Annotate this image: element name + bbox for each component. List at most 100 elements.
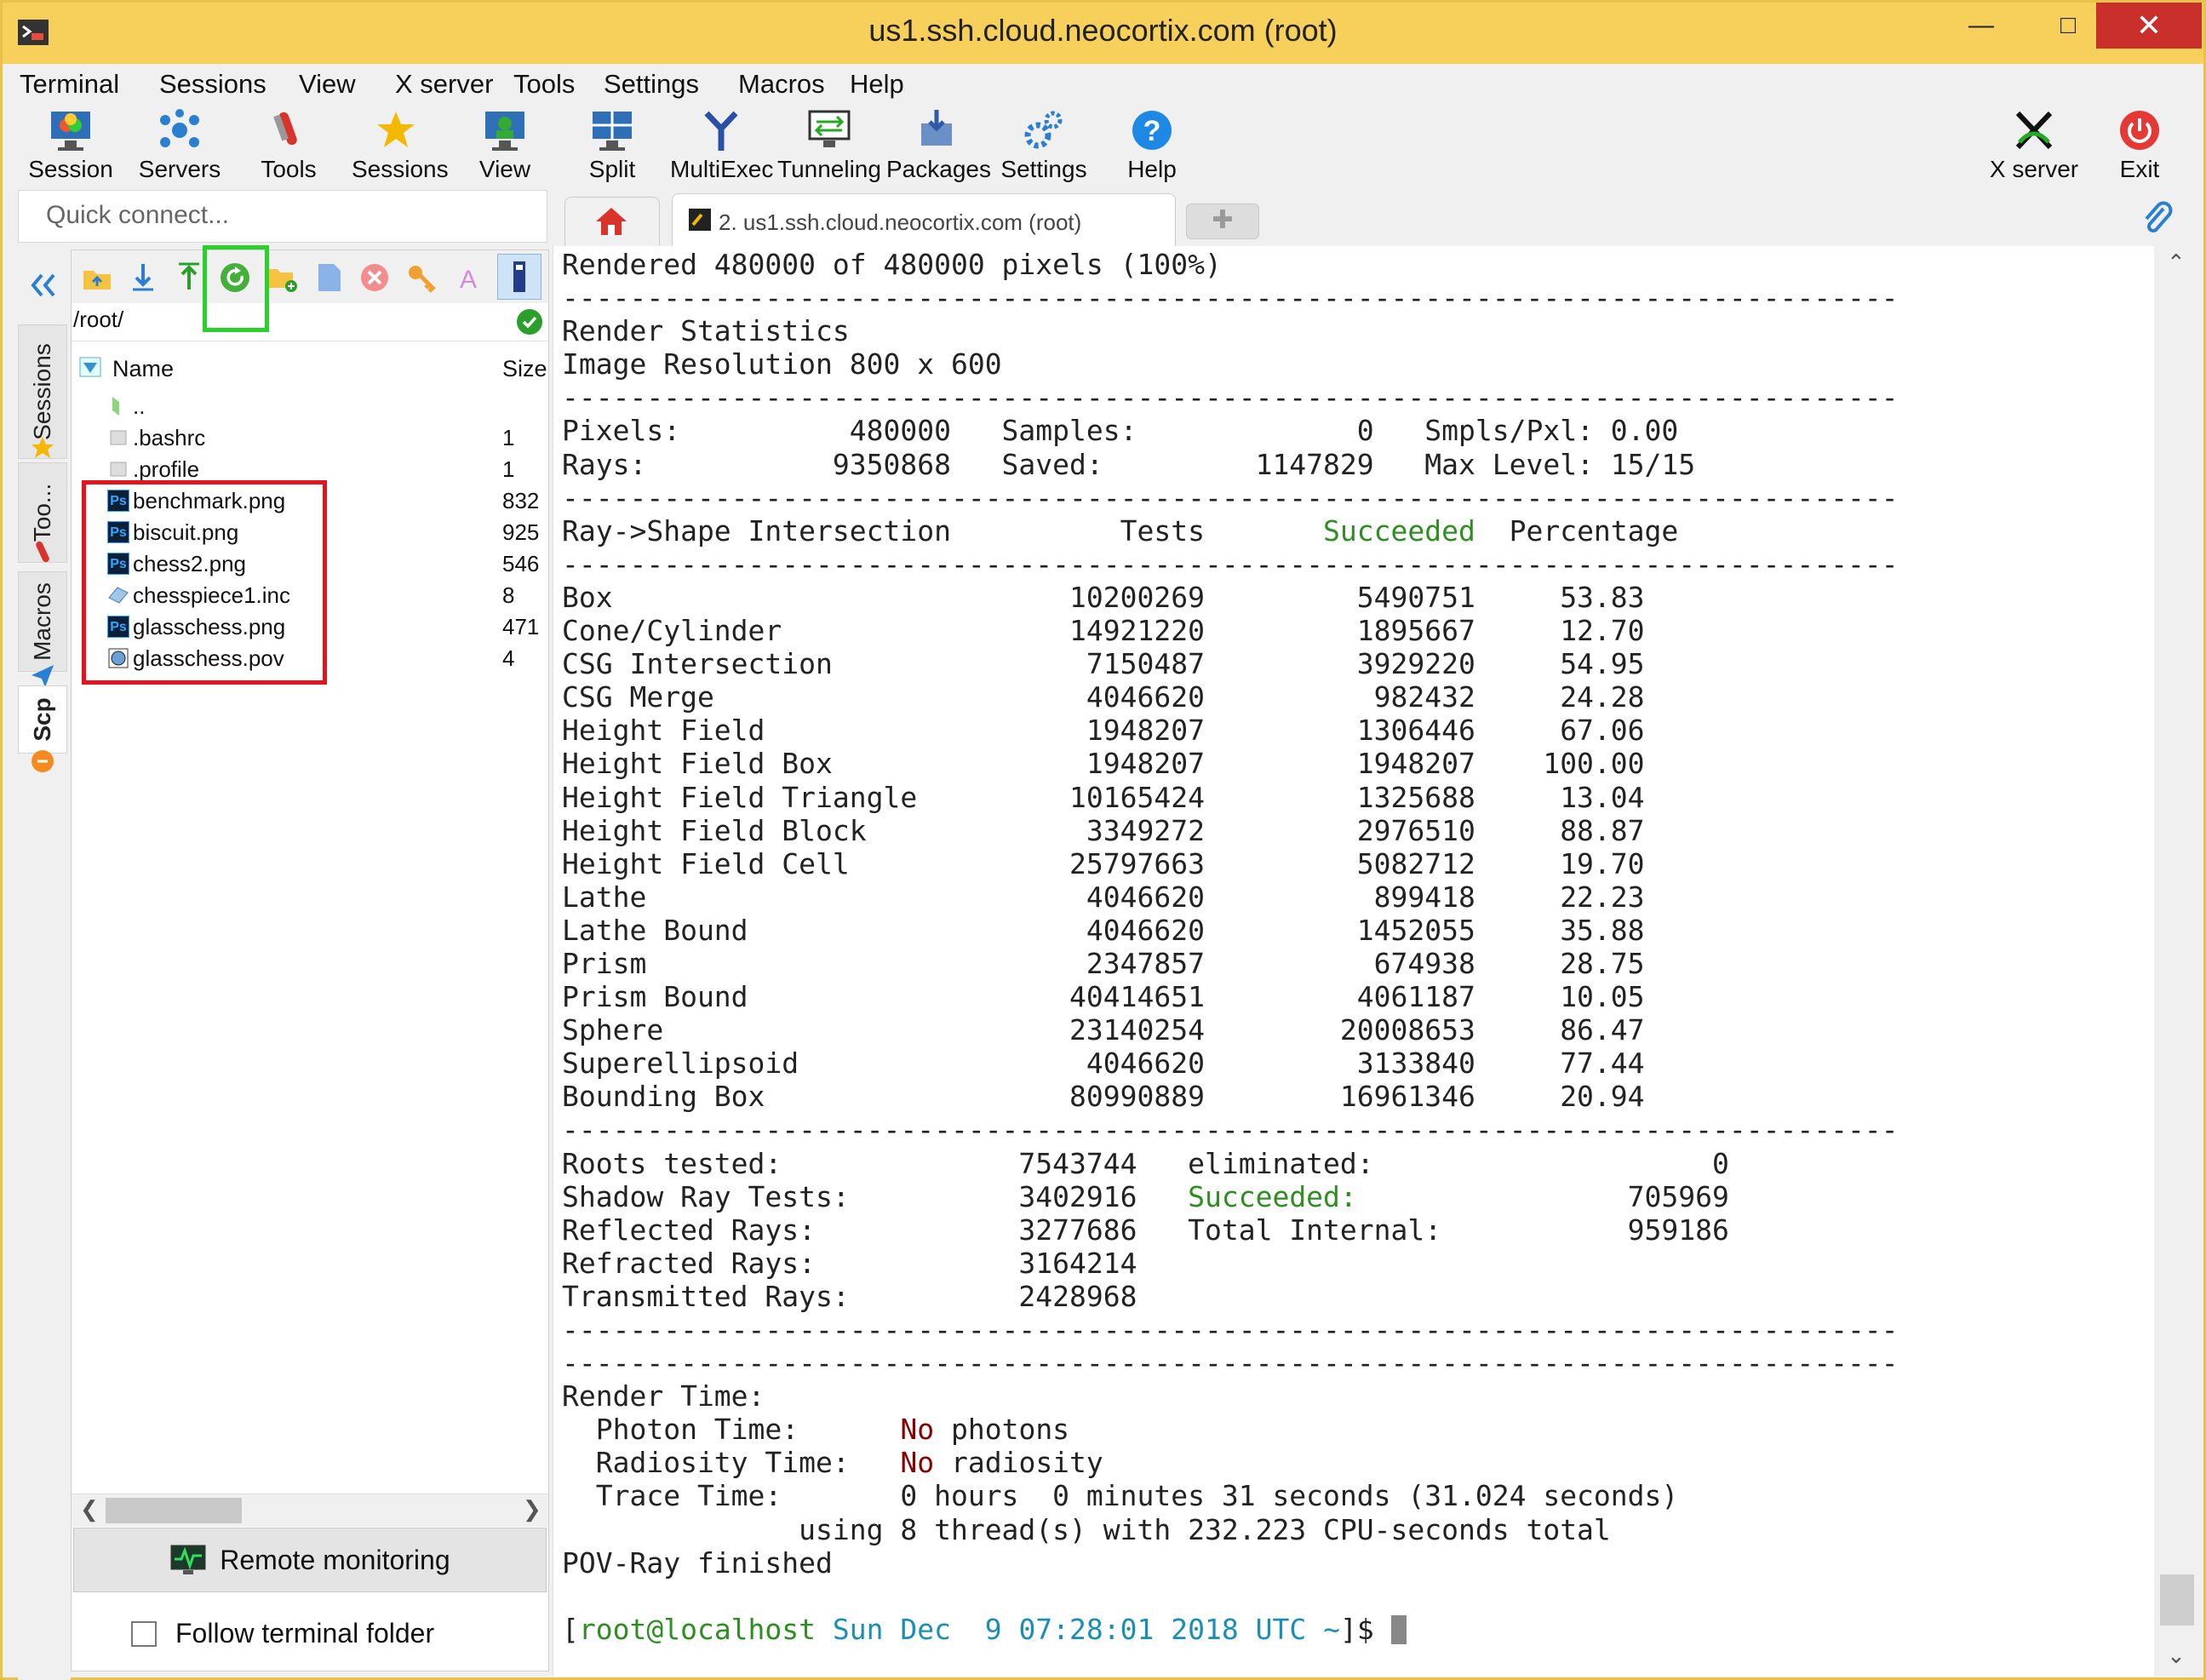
view-icon	[485, 112, 524, 151]
column-size[interactable]: Size	[502, 356, 547, 382]
scroll-right-icon[interactable]: ❯	[523, 1496, 541, 1522]
file-row[interactable]: ..	[72, 392, 548, 422]
header-succeeded: Succeeded	[1323, 513, 1475, 548]
prompt-end: ]$	[1339, 1612, 1391, 1646]
new-file-icon[interactable]	[312, 261, 346, 295]
horizontal-scrollbar[interactable]: ❮ ❯	[72, 1494, 548, 1527]
menu-help[interactable]: Help	[850, 69, 904, 100]
scrollbar-thumb[interactable]	[106, 1498, 242, 1523]
tab-ssh-session[interactable]: 2. us1.ssh.cloud.neocortix.com (root)	[672, 193, 1176, 247]
menu-view[interactable]: View	[299, 69, 356, 100]
bookmark-toggle[interactable]	[497, 254, 541, 300]
delete-icon[interactable]	[358, 261, 392, 295]
tools-icon	[273, 112, 297, 146]
refracted-line: Refracted Rays: 3164214	[562, 1246, 1137, 1280]
terminal-area[interactable]: Rendered 480000 of 480000 pixels (100%) …	[553, 246, 2154, 1677]
file-size: 1	[502, 456, 515, 482]
refresh-icon[interactable]	[218, 261, 252, 295]
quick-connect-input[interactable]: Quick connect...	[18, 190, 547, 243]
sessions-button[interactable]: Sessions	[352, 108, 449, 183]
x-server-icon	[2015, 111, 2053, 150]
multiexec-button[interactable]: MultiExec	[670, 108, 773, 183]
menu-terminal[interactable]: Terminal	[20, 69, 119, 100]
download-icon[interactable]	[126, 261, 160, 295]
file-row[interactable]: Ps biscuit.png 925	[72, 518, 548, 548]
rays-line: Rays: 9350868 Saved: 1147829 Max Level: …	[562, 447, 1696, 481]
menu-x-server[interactable]: X server	[395, 69, 493, 100]
follow-terminal-checkbox[interactable]	[131, 1621, 157, 1647]
file-row[interactable]: glasschess.pov 4	[72, 644, 548, 674]
help-label: Help	[1127, 156, 1177, 182]
file-row[interactable]: Ps glasschess.png 471	[72, 612, 548, 643]
exit-label: Exit	[2119, 156, 2160, 182]
minimize-button[interactable]: —	[1949, 3, 2014, 49]
split-button[interactable]: Split	[570, 108, 655, 183]
packages-button[interactable]: Packages	[886, 108, 991, 183]
servers-button[interactable]: Servers	[135, 108, 224, 183]
tunneling-button[interactable]: Tunneling	[776, 108, 883, 183]
file-name: .profile	[133, 456, 200, 482]
column-name[interactable]: Name	[112, 356, 174, 382]
scroll-down-icon[interactable]: ⌄	[2167, 1643, 2186, 1669]
path-bar[interactable]: /root/	[72, 303, 548, 341]
shell-prompt[interactable]: [root@localhost Sun Dec 9 07:28:01 2018 …	[562, 1613, 1407, 1646]
maximize-button[interactable]: □	[2036, 3, 2100, 49]
window-title: us1.ssh.cloud.neocortix.com (root)	[868, 13, 1338, 48]
separator: ----------------------------------------…	[562, 1113, 1899, 1147]
file-size: 1	[502, 425, 515, 450]
view-button[interactable]: View	[462, 108, 547, 183]
prompt-dir: ~	[1306, 1612, 1340, 1646]
menu-settings[interactable]: Settings	[604, 69, 699, 100]
file-row[interactable]: Ps chess2.png 546	[72, 549, 548, 580]
view-label: View	[478, 156, 531, 182]
tab-home[interactable]	[564, 197, 660, 247]
scroll-up-icon[interactable]: ⌃	[2167, 249, 2186, 276]
new-folder-icon[interactable]	[264, 261, 298, 295]
file-list-header[interactable]: Name Size	[72, 351, 548, 385]
svg-text:?: ?	[1143, 115, 1161, 147]
folder-up-icon	[112, 397, 119, 416]
tab-scp[interactable]: Scp	[18, 685, 67, 754]
table-row: Height Field Box 1948207 1948207 100.00	[562, 747, 1645, 781]
file-name: .bashrc	[133, 425, 206, 450]
help-button[interactable]: ? Help	[1109, 108, 1195, 183]
follow-terminal-folder[interactable]: Follow terminal folder	[72, 1604, 548, 1664]
settings-button[interactable]: Settings	[999, 108, 1089, 183]
exit-button[interactable]: Exit	[2106, 108, 2174, 183]
close-button[interactable]: ✕	[2096, 3, 2202, 49]
column-sort-icon	[79, 357, 101, 377]
scp-tab-label: Scp	[29, 697, 55, 742]
parent-folder-icon[interactable]	[80, 261, 114, 295]
upload-icon[interactable]	[172, 261, 206, 295]
file-row[interactable]: .profile 1	[72, 455, 548, 485]
file-name: chesspiece1.inc	[133, 582, 290, 608]
mobaxterm-window: us1.ssh.cloud.neocortix.com (root) — □ ✕…	[0, 0, 2206, 1680]
session-button[interactable]: Session	[26, 108, 115, 183]
file-row[interactable]: Ps benchmark.png 832	[72, 486, 548, 517]
radiosity-value: radiosity	[934, 1446, 1103, 1480]
scroll-left-icon[interactable]: ❮	[80, 1496, 99, 1522]
xserver-button[interactable]: X server	[1983, 108, 2085, 183]
prompt-bracket: [	[562, 1612, 579, 1646]
header-text: Ray->Shape Intersection Tests	[562, 513, 1324, 548]
resolution-line: Image Resolution 800 x 600	[562, 347, 1002, 381]
menu-tools[interactable]: Tools	[513, 69, 575, 100]
collapse-panel-icon[interactable]	[26, 268, 60, 302]
file-size: 546	[502, 551, 540, 576]
power-icon	[2120, 111, 2159, 150]
menu-macros[interactable]: Macros	[738, 69, 825, 100]
menu-sessions[interactable]: Sessions	[159, 69, 266, 100]
rename-icon[interactable]: A	[451, 261, 485, 295]
file-row[interactable]: chesspiece1.inc 8	[72, 581, 548, 611]
title-bar[interactable]: us1.ssh.cloud.neocortix.com (root) — □ ✕	[3, 3, 2203, 64]
paperclip-icon[interactable]	[2140, 200, 2174, 234]
xserver-label: X server	[1989, 156, 2079, 182]
scrollbar-thumb[interactable]	[2160, 1574, 2194, 1626]
file-row[interactable]: .bashrc 1	[72, 423, 548, 454]
key-icon[interactable]	[405, 261, 439, 295]
terminal-scrollbar[interactable]: ⌃ ⌄	[2157, 246, 2201, 1677]
remote-monitoring-button[interactable]: Remote monitoring	[73, 1528, 547, 1592]
new-tab-button[interactable]: ✚	[1186, 204, 1259, 239]
tab-macros[interactable]: Macros	[18, 571, 67, 672]
tools-button[interactable]: Tools	[244, 108, 333, 183]
